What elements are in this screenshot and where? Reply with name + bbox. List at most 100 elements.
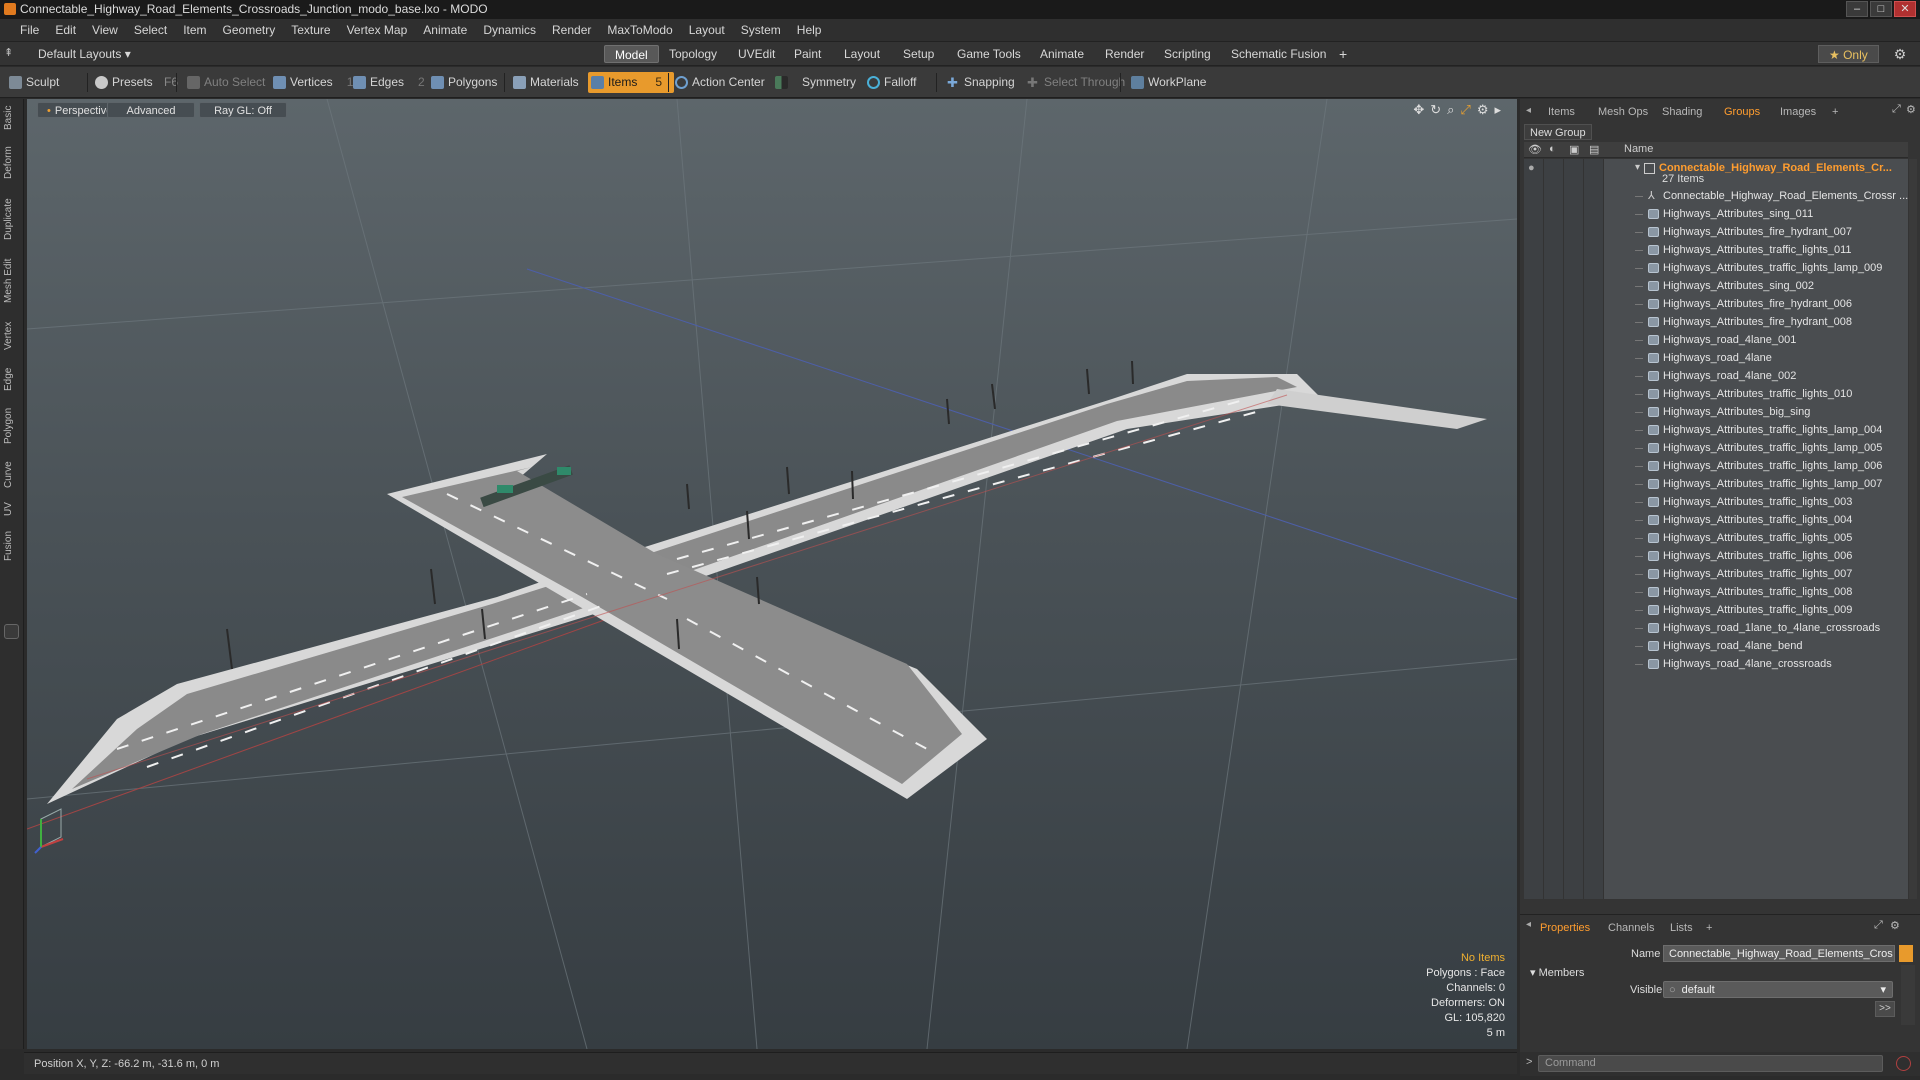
group-item-row[interactable]: Highways_Attributes_sing_011 (1524, 205, 1908, 223)
tab-mesh-ops[interactable]: Mesh Ops (1598, 103, 1648, 121)
action-center-button[interactable]: Action Center (672, 72, 765, 93)
visible-dropdown[interactable]: ○ default ▾ (1663, 981, 1893, 998)
group-item-row[interactable]: Highways_Attributes_traffic_lights_006 (1524, 547, 1908, 565)
group-item-row[interactable]: Highways_Attributes_fire_hydrant_008 (1524, 313, 1908, 331)
menu-vertex-map[interactable]: Vertex Map (339, 23, 416, 37)
render-column-icon[interactable]: ◐ (1549, 143, 1556, 155)
tab-shading[interactable]: Shading (1662, 103, 1702, 121)
panel-settings-icon[interactable]: ⚙ (1906, 103, 1916, 116)
shading-mode-button[interactable]: Advanced (107, 102, 195, 118)
menu-texture[interactable]: Texture (283, 23, 338, 37)
tab-setup[interactable]: Setup (893, 45, 944, 63)
tab-images[interactable]: Images (1780, 103, 1816, 121)
command-record-icon[interactable] (1896, 1056, 1911, 1071)
group-item-row[interactable]: Highways_Attributes_traffic_lights_lamp_… (1524, 457, 1908, 475)
tab-model[interactable]: Model (604, 45, 659, 63)
menu-render[interactable]: Render (544, 23, 599, 37)
tab-channels[interactable]: Channels (1608, 919, 1654, 937)
group-item-row[interactable]: Highways_Attributes_fire_hydrant_007 (1524, 223, 1908, 241)
props-expand-icon[interactable]: ⤢ (1874, 919, 1883, 932)
group-item-row[interactable]: Highways_road_4lane (1524, 349, 1908, 367)
pan-icon[interactable]: ✥ (1413, 102, 1424, 118)
close-button[interactable]: ✕ (1894, 1, 1916, 17)
group-item-row[interactable]: Highways_road_4lane_bend (1524, 637, 1908, 655)
group-item-row[interactable]: Highways_road_4lane_crossroads (1524, 655, 1908, 673)
workplane-button[interactable]: WorkPlane (1128, 72, 1206, 93)
group-item-row[interactable]: Highways_Attributes_traffic_lights_009 (1524, 601, 1908, 619)
menu-file[interactable]: File (12, 23, 47, 37)
menu-select[interactable]: Select (126, 23, 175, 37)
group-item-row[interactable]: Highways_road_4lane_001 (1524, 331, 1908, 349)
select-column-icon[interactable]: ▤ (1589, 143, 1599, 156)
members-section[interactable]: ▾ Members (1530, 966, 1584, 979)
group-item-row[interactable]: Highways_Attributes_traffic_lights_010 (1524, 385, 1908, 403)
vtab-mesh-edit[interactable]: Mesh Edit (3, 255, 21, 307)
add-props-tab-button[interactable]: + (1706, 919, 1712, 937)
group-item-row[interactable]: Highways_Attributes_sing_002 (1524, 277, 1908, 295)
more-button[interactable]: >> (1875, 1001, 1895, 1017)
menu-maxtomodo[interactable]: MaxToModo (599, 23, 680, 37)
default-layouts-dropdown[interactable]: Default Layouts ▾ (28, 45, 141, 63)
only-toggle[interactable]: ★ Only (1818, 45, 1879, 63)
items-mode-button[interactable]: Items 5 (588, 72, 675, 93)
group-item-row[interactable]: Highways_Attributes_traffic_lights_lamp_… (1524, 259, 1908, 277)
tab-render[interactable]: Render (1095, 45, 1154, 63)
lock-column-icon[interactable]: ▣ (1569, 143, 1579, 156)
panel-expand-icon[interactable]: ⤢ (1892, 103, 1901, 116)
tab-topology[interactable]: Topology (659, 45, 727, 63)
menu-geometry[interactable]: Geometry (215, 23, 284, 37)
groups-tree[interactable]: ▾ ● Connectable_Highway_Road_Elements_Cr… (1524, 159, 1908, 899)
props-side-tab[interactable] (1901, 965, 1915, 1025)
tab-scripting[interactable]: Scripting (1154, 45, 1221, 63)
vtab-basic[interactable]: Basic (3, 103, 21, 133)
group-item-row[interactable]: Highways_Attributes_traffic_lights_011 (1524, 241, 1908, 259)
vtab-deform[interactable]: Deform (3, 143, 21, 183)
group-item-row[interactable]: Highways_Attributes_big_sing (1524, 403, 1908, 421)
tab-properties[interactable]: Properties (1540, 919, 1590, 937)
vtab-duplicate[interactable]: Duplicate (3, 193, 21, 245)
viewport-menu-arrow-icon[interactable]: ▸ (1494, 102, 1501, 118)
settings-gear-icon[interactable]: ⚙ (1892, 46, 1908, 62)
group-item-row[interactable]: Highways_Attributes_traffic_lights_004 (1524, 511, 1908, 529)
vtab-polygon[interactable]: Polygon (3, 403, 21, 449)
panel-menu-arrow-icon[interactable]: ◂ (1526, 105, 1531, 116)
layout-pin-icon[interactable]: ⇞ (4, 47, 16, 59)
vtab-vertex[interactable]: Vertex (3, 317, 21, 355)
group-item-row[interactable]: Highways_Attributes_traffic_lights_008 (1524, 583, 1908, 601)
tab-layout[interactable]: Layout (834, 45, 890, 63)
zoom-icon[interactable]: ⌕ (1447, 102, 1454, 118)
group-item-row[interactable]: Highways_road_1lane_to_4lane_crossroads (1524, 619, 1908, 637)
group-item-row[interactable]: Highways_Attributes_traffic_lights_003 (1524, 493, 1908, 511)
tab-game-tools[interactable]: Game Tools (947, 45, 1031, 63)
group-item-row[interactable]: Highways_Attributes_traffic_lights_lamp_… (1524, 475, 1908, 493)
vtab-fusion[interactable]: Fusion (3, 527, 21, 565)
menu-item[interactable]: Item (175, 23, 214, 37)
edges-mode-button[interactable]: Edges 2 (350, 72, 425, 93)
menu-dynamics[interactable]: Dynamics (475, 23, 544, 37)
group-item-row[interactable]: Highways_Attributes_traffic_lights_lamp_… (1524, 421, 1908, 439)
raygl-button[interactable]: Ray GL: Off (199, 102, 287, 118)
tab-groups[interactable]: Groups (1724, 103, 1760, 121)
vtab-curve[interactable]: Curve (3, 457, 21, 493)
props-settings-icon[interactable]: ⚙ (1890, 919, 1900, 932)
menu-animate[interactable]: Animate (415, 23, 475, 37)
menu-system[interactable]: System (733, 23, 789, 37)
props-menu-arrow-icon[interactable]: ◂ (1526, 919, 1531, 930)
tab-paint[interactable]: Paint (784, 45, 831, 63)
group-item-row[interactable]: Highways_Attributes_traffic_lights_005 (1524, 529, 1908, 547)
group-item-row[interactable]: Highways_Attributes_traffic_lights_007 (1524, 565, 1908, 583)
palette-toggle-button[interactable] (4, 624, 19, 639)
polygons-mode-button[interactable]: Polygons (428, 72, 497, 93)
vtab-edge[interactable]: Edge (3, 363, 21, 395)
sculpt-button[interactable]: Sculpt (6, 72, 59, 93)
name-column-header[interactable]: Name (1624, 143, 1653, 155)
add-tab-button[interactable]: + (1329, 45, 1357, 63)
materials-mode-button[interactable]: Materials (510, 72, 579, 93)
snapping-button[interactable]: ✚ Snapping (944, 72, 1015, 93)
menu-edit[interactable]: Edit (47, 23, 84, 37)
group-item-row[interactable]: ⅄ Connectable_Highway_Road_Elements_Cross… (1524, 187, 1908, 205)
menu-help[interactable]: Help (789, 23, 830, 37)
vtab-uv[interactable]: UV (3, 499, 21, 519)
new-group-button[interactable]: New Group (1524, 124, 1592, 140)
group-item-row[interactable]: Highways_Attributes_fire_hydrant_006 (1524, 295, 1908, 313)
